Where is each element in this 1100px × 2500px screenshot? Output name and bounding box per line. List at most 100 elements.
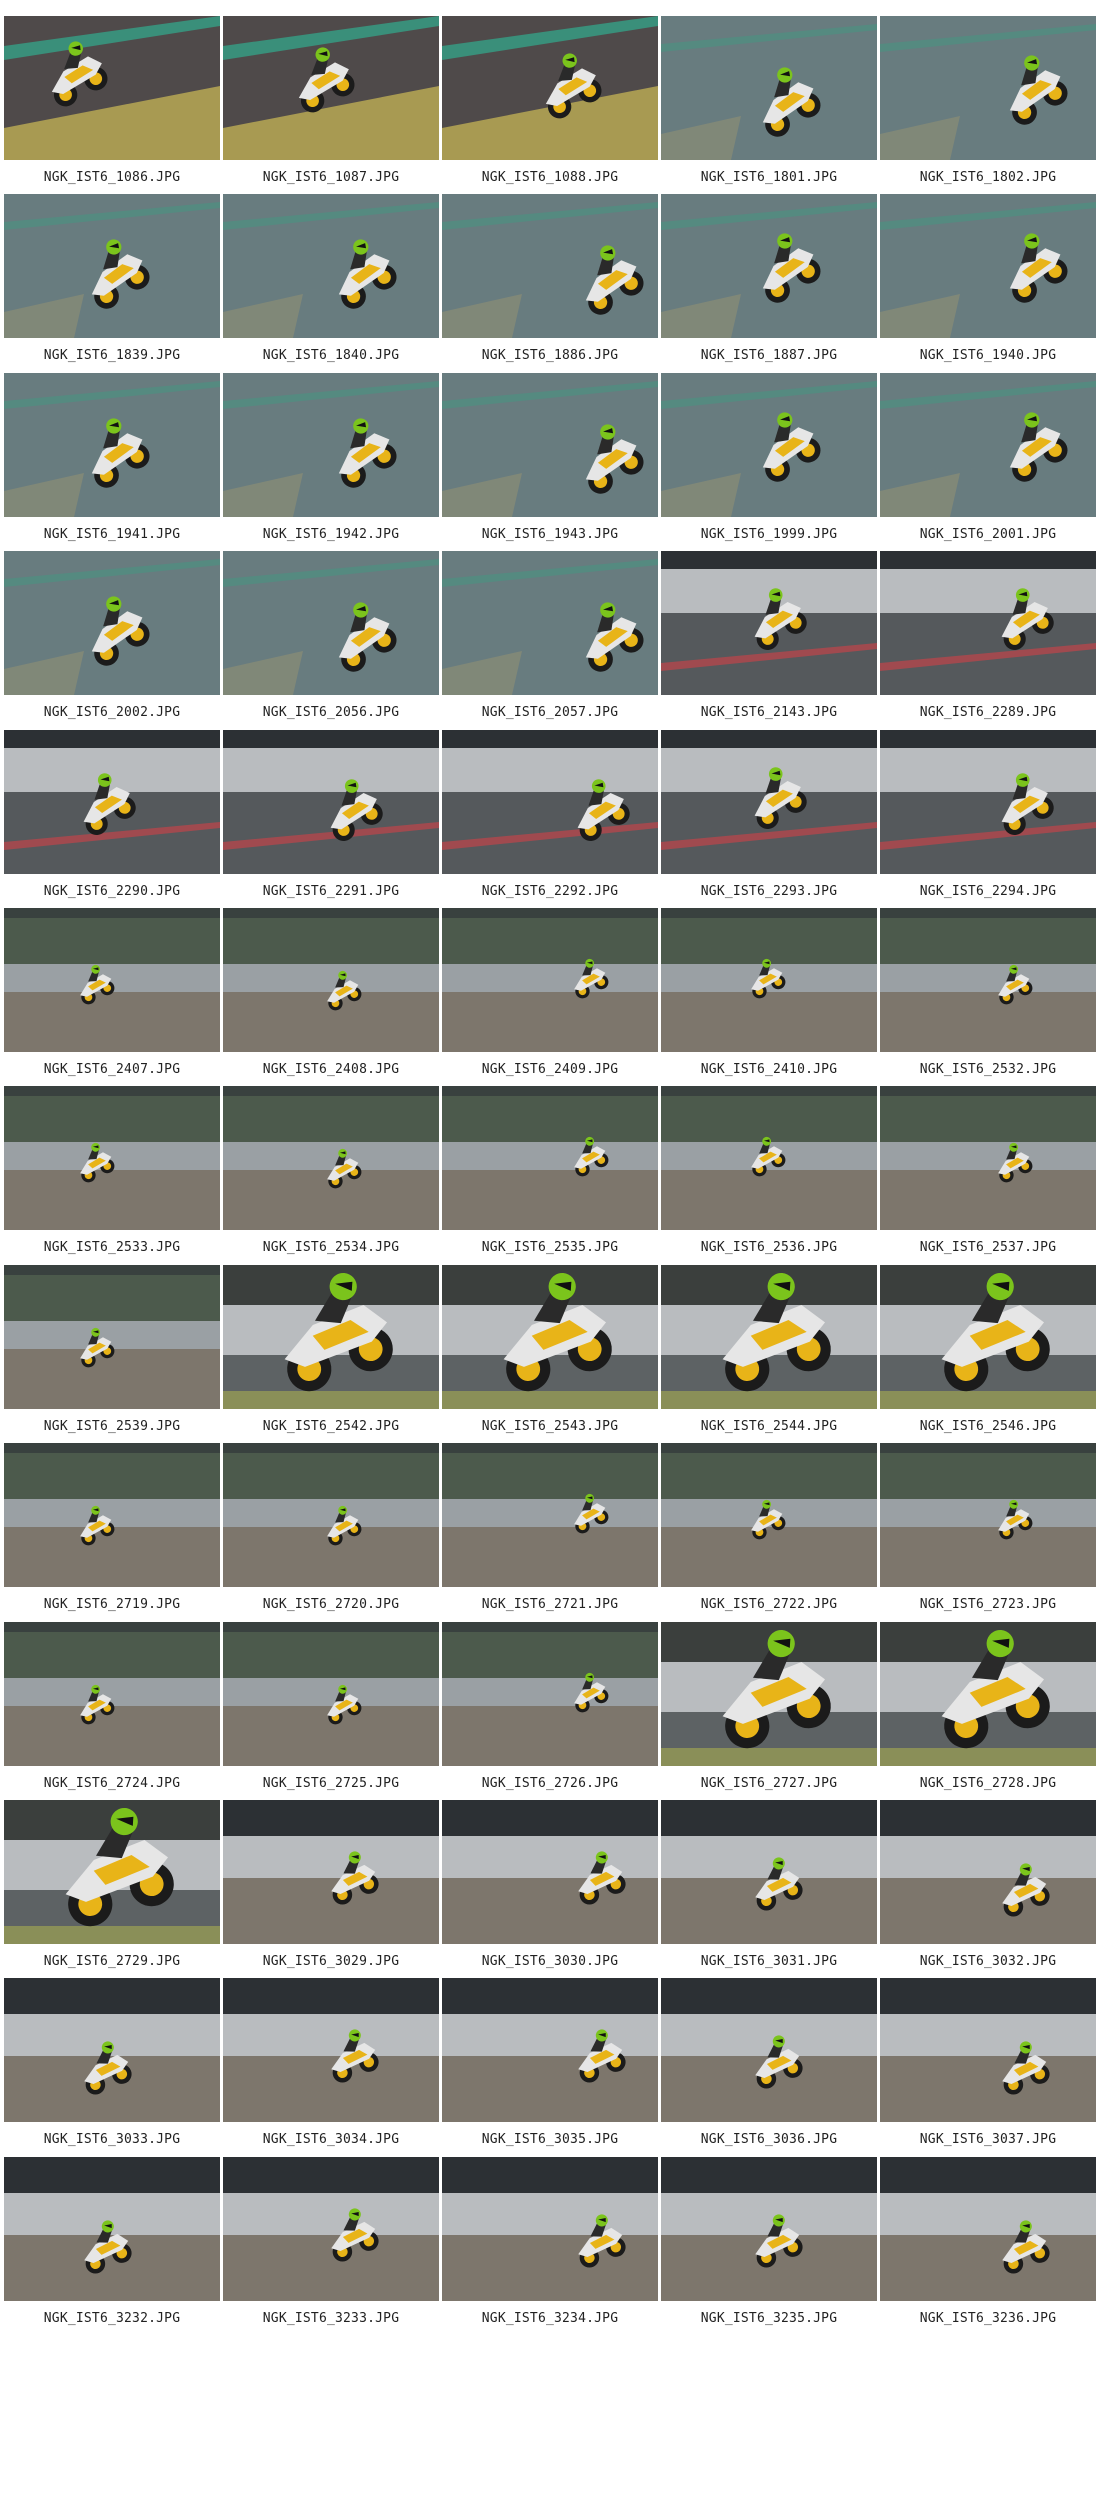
- thumbnail-cell[interactable]: NGK_IST6_2723.JPG: [880, 1443, 1096, 1621]
- thumbnail-cell[interactable]: NGK_IST6_2544.JPG: [661, 1264, 877, 1443]
- thumbnail-cell[interactable]: NGK_IST6_3033.JPG: [4, 1978, 220, 2156]
- thumbnail-image[interactable]: [880, 16, 1096, 160]
- thumbnail-cell[interactable]: NGK_IST6_3235.JPG: [661, 2156, 877, 2335]
- thumbnail-cell[interactable]: NGK_IST6_1999.JPG: [661, 372, 877, 551]
- thumbnail-image[interactable]: [661, 551, 877, 696]
- thumbnail-image[interactable]: [223, 1800, 439, 1944]
- thumbnail-image[interactable]: [661, 1978, 877, 2123]
- thumbnail-cell[interactable]: NGK_IST6_2726.JPG: [442, 1621, 658, 1800]
- thumbnail-image[interactable]: [661, 1621, 877, 1766]
- thumbnail-cell[interactable]: NGK_IST6_1086.JPG: [4, 16, 220, 194]
- thumbnail-cell[interactable]: NGK_IST6_2535.JPG: [442, 1086, 658, 1264]
- thumbnail-image[interactable]: [442, 372, 658, 517]
- thumbnail-image[interactable]: [4, 16, 220, 160]
- thumbnail-cell[interactable]: NGK_IST6_1943.JPG: [442, 372, 658, 551]
- thumbnail-cell[interactable]: NGK_IST6_2057.JPG: [442, 551, 658, 729]
- thumbnail-image[interactable]: [223, 1443, 439, 1588]
- thumbnail-image[interactable]: [880, 1978, 1096, 2123]
- thumbnail-cell[interactable]: NGK_IST6_3036.JPG: [661, 1978, 877, 2156]
- thumbnail-image[interactable]: [661, 194, 877, 339]
- thumbnail-cell[interactable]: NGK_IST6_2725.JPG: [223, 1621, 439, 1800]
- thumbnail-cell[interactable]: NGK_IST6_2727.JPG: [661, 1621, 877, 1800]
- thumbnail-image[interactable]: [880, 1800, 1096, 1944]
- thumbnail-image[interactable]: [661, 729, 877, 874]
- thumbnail-image[interactable]: [442, 1800, 658, 1944]
- thumbnail-image[interactable]: [442, 1978, 658, 2123]
- thumbnail-image[interactable]: [661, 372, 877, 517]
- thumbnail-cell[interactable]: NGK_IST6_3031.JPG: [661, 1800, 877, 1978]
- thumbnail-image[interactable]: [223, 372, 439, 517]
- thumbnail-cell[interactable]: NGK_IST6_2293.JPG: [661, 729, 877, 908]
- thumbnail-cell[interactable]: NGK_IST6_1802.JPG: [880, 16, 1096, 194]
- thumbnail-cell[interactable]: NGK_IST6_3029.JPG: [223, 1800, 439, 1978]
- thumbnail-image[interactable]: [880, 551, 1096, 696]
- thumbnail-image[interactable]: [880, 1621, 1096, 1766]
- thumbnail-cell[interactable]: NGK_IST6_2722.JPG: [661, 1443, 877, 1621]
- thumbnail-image[interactable]: [4, 1086, 220, 1231]
- thumbnail-image[interactable]: [4, 908, 220, 1052]
- thumbnail-image[interactable]: [880, 1086, 1096, 1231]
- thumbnail-cell[interactable]: NGK_IST6_1886.JPG: [442, 194, 658, 372]
- thumbnail-image[interactable]: [4, 372, 220, 517]
- thumbnail-cell[interactable]: NGK_IST6_3034.JPG: [223, 1978, 439, 2156]
- thumbnail-cell[interactable]: NGK_IST6_3035.JPG: [442, 1978, 658, 2156]
- thumbnail-image[interactable]: [4, 729, 220, 874]
- thumbnail-cell[interactable]: NGK_IST6_2546.JPG: [880, 1264, 1096, 1443]
- thumbnail-cell[interactable]: NGK_IST6_2728.JPG: [880, 1621, 1096, 1800]
- thumbnail-image[interactable]: [661, 1086, 877, 1231]
- thumbnail-cell[interactable]: NGK_IST6_2408.JPG: [223, 908, 439, 1086]
- thumbnail-cell[interactable]: NGK_IST6_2536.JPG: [661, 1086, 877, 1264]
- thumbnail-cell[interactable]: NGK_IST6_2290.JPG: [4, 729, 220, 908]
- thumbnail-cell[interactable]: NGK_IST6_1839.JPG: [4, 194, 220, 372]
- thumbnail-image[interactable]: [661, 1800, 877, 1944]
- thumbnail-cell[interactable]: NGK_IST6_3037.JPG: [880, 1978, 1096, 2156]
- thumbnail-cell[interactable]: NGK_IST6_3030.JPG: [442, 1800, 658, 1978]
- thumbnail-image[interactable]: [880, 1443, 1096, 1588]
- thumbnail-image[interactable]: [880, 729, 1096, 874]
- thumbnail-cell[interactable]: NGK_IST6_2724.JPG: [4, 1621, 220, 1800]
- thumbnail-cell[interactable]: NGK_IST6_2002.JPG: [4, 551, 220, 729]
- thumbnail-image[interactable]: [223, 16, 439, 160]
- thumbnail-image[interactable]: [4, 194, 220, 339]
- thumbnail-image[interactable]: [880, 1264, 1096, 1409]
- thumbnail-cell[interactable]: NGK_IST6_1088.JPG: [442, 16, 658, 194]
- thumbnail-cell[interactable]: NGK_IST6_1942.JPG: [223, 372, 439, 551]
- thumbnail-image[interactable]: [223, 1978, 439, 2123]
- thumbnail-image[interactable]: [442, 1621, 658, 1766]
- thumbnail-cell[interactable]: NGK_IST6_3032.JPG: [880, 1800, 1096, 1978]
- thumbnail-cell[interactable]: NGK_IST6_2294.JPG: [880, 729, 1096, 908]
- thumbnail-image[interactable]: [880, 372, 1096, 517]
- thumbnail-cell[interactable]: NGK_IST6_2719.JPG: [4, 1443, 220, 1621]
- thumbnail-image[interactable]: [442, 1086, 658, 1231]
- thumbnail-cell[interactable]: NGK_IST6_1801.JPG: [661, 16, 877, 194]
- thumbnail-image[interactable]: [4, 1443, 220, 1588]
- thumbnail-cell[interactable]: NGK_IST6_2537.JPG: [880, 1086, 1096, 1264]
- thumbnail-cell[interactable]: NGK_IST6_2533.JPG: [4, 1086, 220, 1264]
- thumbnail-cell[interactable]: NGK_IST6_2001.JPG: [880, 372, 1096, 551]
- thumbnail-image[interactable]: [442, 16, 658, 160]
- thumbnail-image[interactable]: [4, 1264, 220, 1409]
- thumbnail-image[interactable]: [661, 1264, 877, 1409]
- thumbnail-image[interactable]: [223, 908, 439, 1052]
- thumbnail-image[interactable]: [661, 1443, 877, 1588]
- thumbnail-image[interactable]: [880, 908, 1096, 1052]
- thumbnail-cell[interactable]: NGK_IST6_2720.JPG: [223, 1443, 439, 1621]
- thumbnail-image[interactable]: [880, 2156, 1096, 2301]
- thumbnail-cell[interactable]: NGK_IST6_2534.JPG: [223, 1086, 439, 1264]
- thumbnail-cell[interactable]: NGK_IST6_1941.JPG: [4, 372, 220, 551]
- thumbnail-cell[interactable]: NGK_IST6_2542.JPG: [223, 1264, 439, 1443]
- thumbnail-image[interactable]: [661, 908, 877, 1052]
- thumbnail-image[interactable]: [4, 2156, 220, 2301]
- thumbnail-image[interactable]: [442, 1264, 658, 1409]
- thumbnail-image[interactable]: [4, 1621, 220, 1766]
- thumbnail-image[interactable]: [442, 194, 658, 339]
- thumbnail-image[interactable]: [661, 16, 877, 160]
- thumbnail-image[interactable]: [661, 2156, 877, 2301]
- thumbnail-image[interactable]: [4, 1978, 220, 2123]
- thumbnail-cell[interactable]: NGK_IST6_1940.JPG: [880, 194, 1096, 372]
- thumbnail-cell[interactable]: NGK_IST6_2407.JPG: [4, 908, 220, 1086]
- thumbnail-image[interactable]: [442, 908, 658, 1052]
- thumbnail-image[interactable]: [223, 194, 439, 339]
- thumbnail-image[interactable]: [442, 551, 658, 696]
- thumbnail-cell[interactable]: NGK_IST6_3236.JPG: [880, 2156, 1096, 2335]
